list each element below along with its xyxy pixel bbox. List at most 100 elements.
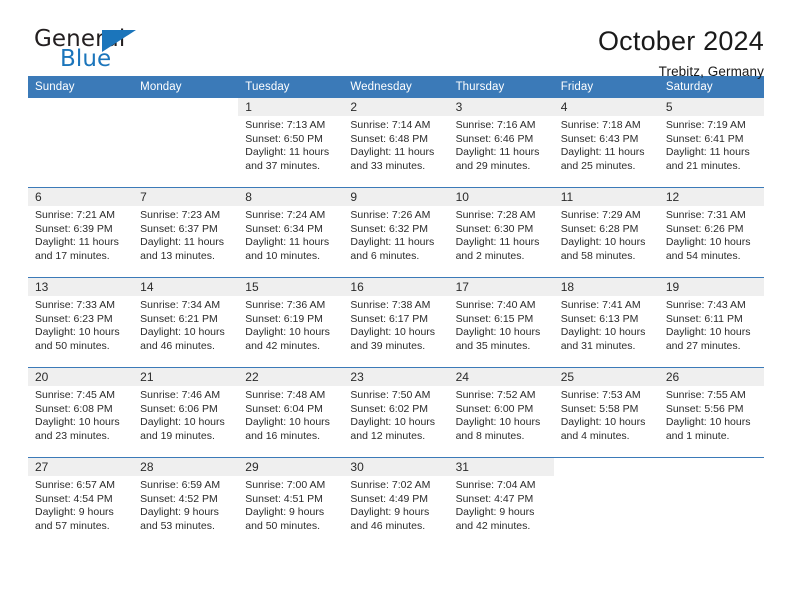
sunset-text: Sunset: 5:56 PM xyxy=(665,402,744,415)
sunset-text: Sunset: 6:32 PM xyxy=(350,222,429,235)
daylight-text: and 10 minutes. xyxy=(245,249,320,262)
day-cell: 28 Sunrise: 6:59 AM Sunset: 4:52 PM Dayligh… xyxy=(133,457,239,547)
daylight-text: and 42 minutes. xyxy=(455,519,531,532)
daylight-text: Daylight: 11 hours xyxy=(350,236,435,249)
day-number: 14 xyxy=(133,278,239,296)
day-number xyxy=(658,458,764,476)
day-cell-6[interactable]: 6 Sunrise: 7:21 AM Sunset: 6:39 PM Daylight… xyxy=(28,188,134,276)
day-number: 22 xyxy=(238,368,344,386)
daylight-text: Daylight: 9 hours xyxy=(350,506,430,519)
day-cell-7[interactable]: 7 Sunrise: 7:23 AM Sunset: 6:37 PM Daylight… xyxy=(133,188,239,276)
daylight-text: and 6 minutes. xyxy=(350,249,420,262)
daylight-text: and 31 minutes. xyxy=(560,339,636,352)
day-cell-3[interactable]: 3 Sunrise: 7:16 AM Sunset: 6:46 PM Daylight… xyxy=(448,98,554,186)
daylight-text: and 35 minutes. xyxy=(455,339,531,352)
day-cell-10[interactable]: 10 Sunrise: 7:28 AM Sunset: 6:30 PM Dayligh… xyxy=(448,188,554,276)
day-details: Sunrise: 7:34 AM Sunset: 6:21 PM Daylight:… xyxy=(140,296,231,353)
day-cell-11[interactable]: 11 Sunrise: 7:29 AM Sunset: 6:28 PM Dayligh… xyxy=(553,188,659,276)
weekday-header-thursday: Thursday xyxy=(448,76,554,98)
sunset-text: Sunset: 6:06 PM xyxy=(140,402,218,415)
day-cell-29[interactable]: 29 Sunrise: 7:00 AM Sunset: 4:51 PM Dayligh… xyxy=(238,458,344,546)
day-cell-13[interactable]: 13 Sunrise: 7:33 AM Sunset: 6:23 PM Dayligh… xyxy=(28,278,134,366)
day-number: 5 xyxy=(658,98,764,116)
sunrise-text: Sunrise: 7:29 AM xyxy=(560,209,641,221)
sunrise-text: Sunrise: 7:48 AM xyxy=(245,389,326,401)
day-cell-25[interactable]: 25 Sunrise: 7:53 AM Sunset: 5:58 PM Dayligh… xyxy=(553,368,659,456)
day-cell-empty xyxy=(28,98,134,186)
day-number: 4 xyxy=(553,98,659,116)
day-number: 8 xyxy=(238,188,344,206)
daylight-text: Daylight: 9 hours xyxy=(245,506,325,519)
daylight-text: Daylight: 11 hours xyxy=(140,236,224,249)
sunrise-text: Sunrise: 7:23 AM xyxy=(140,209,221,221)
day-cell: 14 Sunrise: 7:34 AM Sunset: 6:21 PM Dayligh… xyxy=(133,277,239,368)
day-cell-9[interactable]: 9 Sunrise: 7:26 AM Sunset: 6:32 PM Daylight… xyxy=(343,188,449,276)
day-cell-19[interactable]: 19 Sunrise: 7:43 AM Sunset: 6:11 PM Dayligh… xyxy=(658,278,764,366)
day-number: 26 xyxy=(658,368,764,386)
sunrise-text: Sunrise: 7:31 AM xyxy=(665,209,746,221)
day-cell-23[interactable]: 23 Sunrise: 7:50 AM Sunset: 6:02 PM Dayligh… xyxy=(343,368,449,456)
day-cell-24[interactable]: 24 Sunrise: 7:52 AM Sunset: 6:00 PM Dayligh… xyxy=(448,368,554,456)
day-cell-1[interactable]: 1 Sunrise: 7:13 AM Sunset: 6:50 PM Daylight… xyxy=(238,98,344,186)
daylight-text: Daylight: 10 hours xyxy=(350,416,436,429)
day-cell-26[interactable]: 26 Sunrise: 7:55 AM Sunset: 5:56 PM Dayligh… xyxy=(658,368,764,456)
daylight-text: and 16 minutes. xyxy=(245,429,320,442)
sunrise-text: Sunrise: 7:24 AM xyxy=(245,209,326,221)
day-details: Sunrise: 7:53 AM Sunset: 5:58 PM Daylight:… xyxy=(561,386,652,443)
day-cell: 16 Sunrise: 7:38 AM Sunset: 6:17 PM Dayligh… xyxy=(343,277,449,368)
day-cell-31[interactable]: 31 Sunrise: 7:04 AM Sunset: 4:47 PM Dayligh… xyxy=(448,458,554,546)
daylight-text: and 17 minutes. xyxy=(35,249,110,262)
day-cell-2[interactable]: 2 Sunrise: 7:14 AM Sunset: 6:48 PM Daylight… xyxy=(343,98,449,186)
day-cell-5[interactable]: 5 Sunrise: 7:19 AM Sunset: 6:41 PM Daylight… xyxy=(658,98,764,186)
day-cell-17[interactable]: 17 Sunrise: 7:40 AM Sunset: 6:15 PM Dayligh… xyxy=(448,278,554,366)
day-details: Sunrise: 7:45 AM Sunset: 6:08 PM Daylight:… xyxy=(35,386,126,443)
day-cell-4[interactable]: 4 Sunrise: 7:18 AM Sunset: 6:43 PM Daylight… xyxy=(553,98,659,186)
day-cell-22[interactable]: 22 Sunrise: 7:48 AM Sunset: 6:04 PM Dayligh… xyxy=(238,368,344,456)
daylight-text: Daylight: 11 hours xyxy=(455,236,540,249)
day-details: Sunrise: 7:28 AM Sunset: 6:30 PM Daylight:… xyxy=(456,206,547,263)
day-number: 30 xyxy=(343,458,449,476)
logo-text-blue: Blue xyxy=(60,46,112,72)
day-details: Sunrise: 7:04 AM Sunset: 4:47 PM Daylight:… xyxy=(456,476,547,533)
sunrise-text: Sunrise: 7:19 AM xyxy=(665,119,746,131)
day-cell-empty xyxy=(553,458,659,546)
day-details: Sunrise: 6:59 AM Sunset: 4:52 PM Daylight:… xyxy=(140,476,231,533)
day-cell-21[interactable]: 21 Sunrise: 7:46 AM Sunset: 6:06 PM Dayligh… xyxy=(133,368,239,456)
daylight-text: Daylight: 11 hours xyxy=(245,236,330,249)
day-cell: 8 Sunrise: 7:24 AM Sunset: 6:34 PM Daylight… xyxy=(238,187,344,278)
day-number: 7 xyxy=(133,188,239,206)
sunrise-text: Sunrise: 7:14 AM xyxy=(350,119,431,131)
day-details: Sunrise: 7:13 AM Sunset: 6:50 PM Daylight:… xyxy=(245,116,336,173)
day-number: 17 xyxy=(448,278,554,296)
day-cell-15[interactable]: 15 Sunrise: 7:36 AM Sunset: 6:19 PM Dayligh… xyxy=(238,278,344,366)
day-cell-8[interactable]: 8 Sunrise: 7:24 AM Sunset: 6:34 PM Daylight… xyxy=(238,188,344,276)
sunset-text: Sunset: 6:46 PM xyxy=(455,132,534,145)
day-number xyxy=(133,98,239,116)
calendar-table: Sunday Monday Tuesday Wednesday Thursday Frid… xyxy=(28,76,764,547)
daylight-text: and 29 minutes. xyxy=(455,159,531,172)
day-cell-27[interactable]: 27 Sunrise: 6:57 AM Sunset: 4:54 PM Dayligh… xyxy=(28,458,134,546)
daylight-text: and 19 minutes. xyxy=(140,429,215,442)
day-cell-18[interactable]: 18 Sunrise: 7:41 AM Sunset: 6:13 PM Dayligh… xyxy=(553,278,659,366)
day-cell: 13 Sunrise: 7:33 AM Sunset: 6:23 PM Dayligh… xyxy=(28,277,134,368)
sunrise-text: Sunrise: 7:38 AM xyxy=(350,299,431,311)
day-cell xyxy=(28,98,134,188)
day-details: Sunrise: 7:19 AM Sunset: 6:41 PM Daylight:… xyxy=(666,116,757,173)
day-cell-28[interactable]: 28 Sunrise: 6:59 AM Sunset: 4:52 PM Dayligh… xyxy=(133,458,239,546)
day-cell-20[interactable]: 20 Sunrise: 7:45 AM Sunset: 6:08 PM Dayligh… xyxy=(28,368,134,456)
sunrise-text: Sunrise: 7:52 AM xyxy=(455,389,536,401)
day-cell: 7 Sunrise: 7:23 AM Sunset: 6:37 PM Daylight… xyxy=(133,187,239,278)
sunset-text: Sunset: 6:21 PM xyxy=(140,312,218,325)
day-cell-14[interactable]: 14 Sunrise: 7:34 AM Sunset: 6:21 PM Dayligh… xyxy=(133,278,239,366)
day-cell: 5 Sunrise: 7:19 AM Sunset: 6:41 PM Daylight… xyxy=(658,98,764,188)
day-number xyxy=(553,458,659,476)
day-details: Sunrise: 7:38 AM Sunset: 6:17 PM Daylight:… xyxy=(350,296,441,353)
daylight-text: Daylight: 10 hours xyxy=(665,236,751,249)
day-details: Sunrise: 7:31 AM Sunset: 6:26 PM Daylight:… xyxy=(666,206,757,263)
sunset-text: Sunset: 4:54 PM xyxy=(35,492,113,505)
day-cell-30[interactable]: 30 Sunrise: 7:02 AM Sunset: 4:49 PM Dayligh… xyxy=(343,458,449,546)
day-details: Sunrise: 7:26 AM Sunset: 6:32 PM Daylight:… xyxy=(350,206,441,263)
daylight-text: and 33 minutes. xyxy=(350,159,426,172)
day-cell-12[interactable]: 12 Sunrise: 7:31 AM Sunset: 6:26 PM Dayligh… xyxy=(658,188,764,276)
day-cell-16[interactable]: 16 Sunrise: 7:38 AM Sunset: 6:17 PM Dayligh… xyxy=(343,278,449,366)
